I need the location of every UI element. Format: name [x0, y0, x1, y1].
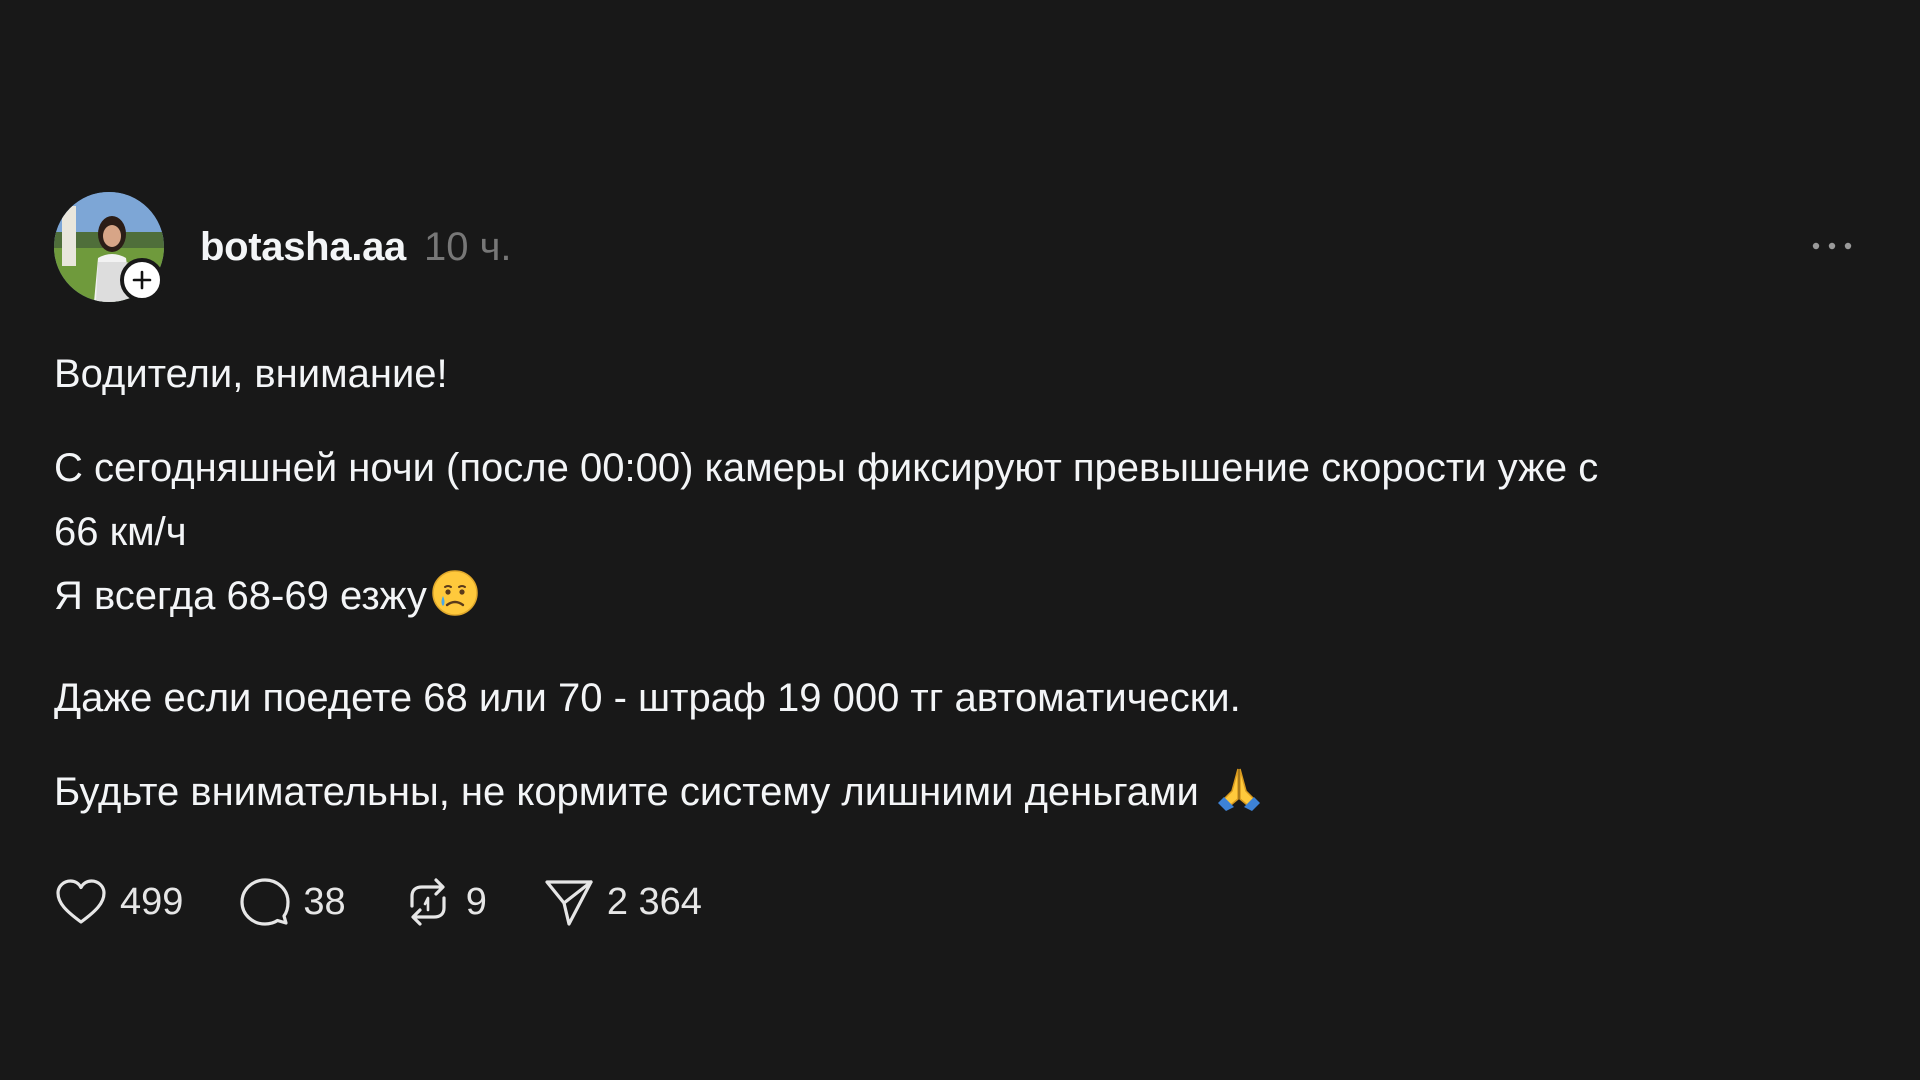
post-line-with-emoji: Будьте внимательны, не кормите систему л…: [54, 760, 1864, 832]
repost-count: 9: [465, 880, 487, 923]
heart-icon: [56, 879, 106, 924]
username[interactable]: botasha.aa: [200, 225, 406, 270]
post-line-text: Будьте внимательны, не кормите систему л…: [54, 770, 1210, 814]
share-button[interactable]: 2 364: [543, 876, 702, 928]
folded-hands-emoji: [1214, 763, 1264, 832]
comment-count: 38: [303, 880, 346, 923]
post-actions: 499 38 9 2 364: [54, 872, 1864, 932]
like-button[interactable]: 499: [54, 877, 183, 927]
post-paragraph: Будьте внимательны, не кормите систему л…: [54, 760, 1864, 832]
thread-post: botasha.aa 10 ч. Водители, внимание! С с…: [54, 190, 1864, 932]
post-line: Водители, внимание!: [54, 352, 448, 396]
send-icon: [545, 880, 593, 926]
like-count: 499: [120, 880, 184, 923]
post-line: С сегодняшней ночи (после 00:00) камеры …: [54, 446, 1599, 490]
follow-button[interactable]: [120, 258, 164, 302]
avatar-container[interactable]: [54, 192, 164, 302]
post-line-with-emoji: Я всегда 68-69 езжу: [54, 564, 1864, 636]
post-line-text: Я всегда 68-69 езжу: [54, 574, 427, 618]
comment-bubble-icon: [240, 878, 291, 926]
post-text: Водители, внимание! С сегодняшней ночи (…: [54, 342, 1864, 832]
post-paragraph: Даже если поедете 68 или 70 - штраф 19 0…: [54, 666, 1864, 730]
post-timestamp[interactable]: 10 ч.: [424, 225, 512, 270]
post-header: botasha.aa 10 ч.: [54, 190, 1864, 304]
post-line: 66 км/ч: [54, 510, 187, 554]
share-count: 2 364: [606, 880, 702, 923]
more-dots-icon: [1812, 242, 1852, 250]
plus-icon: [132, 270, 152, 290]
more-options-button[interactable]: [1800, 228, 1864, 264]
post-paragraph: Водители, внимание!: [54, 342, 1864, 406]
crying-face-emoji: [431, 569, 479, 636]
repost-button[interactable]: 9: [402, 876, 487, 928]
post-paragraph: С сегодняшней ночи (после 00:00) камеры …: [54, 436, 1864, 636]
repost-icon: [410, 878, 446, 926]
comment-button[interactable]: 38: [239, 876, 346, 928]
post-line: Даже если поедете 68 или 70 - штраф 19 0…: [54, 676, 1241, 720]
